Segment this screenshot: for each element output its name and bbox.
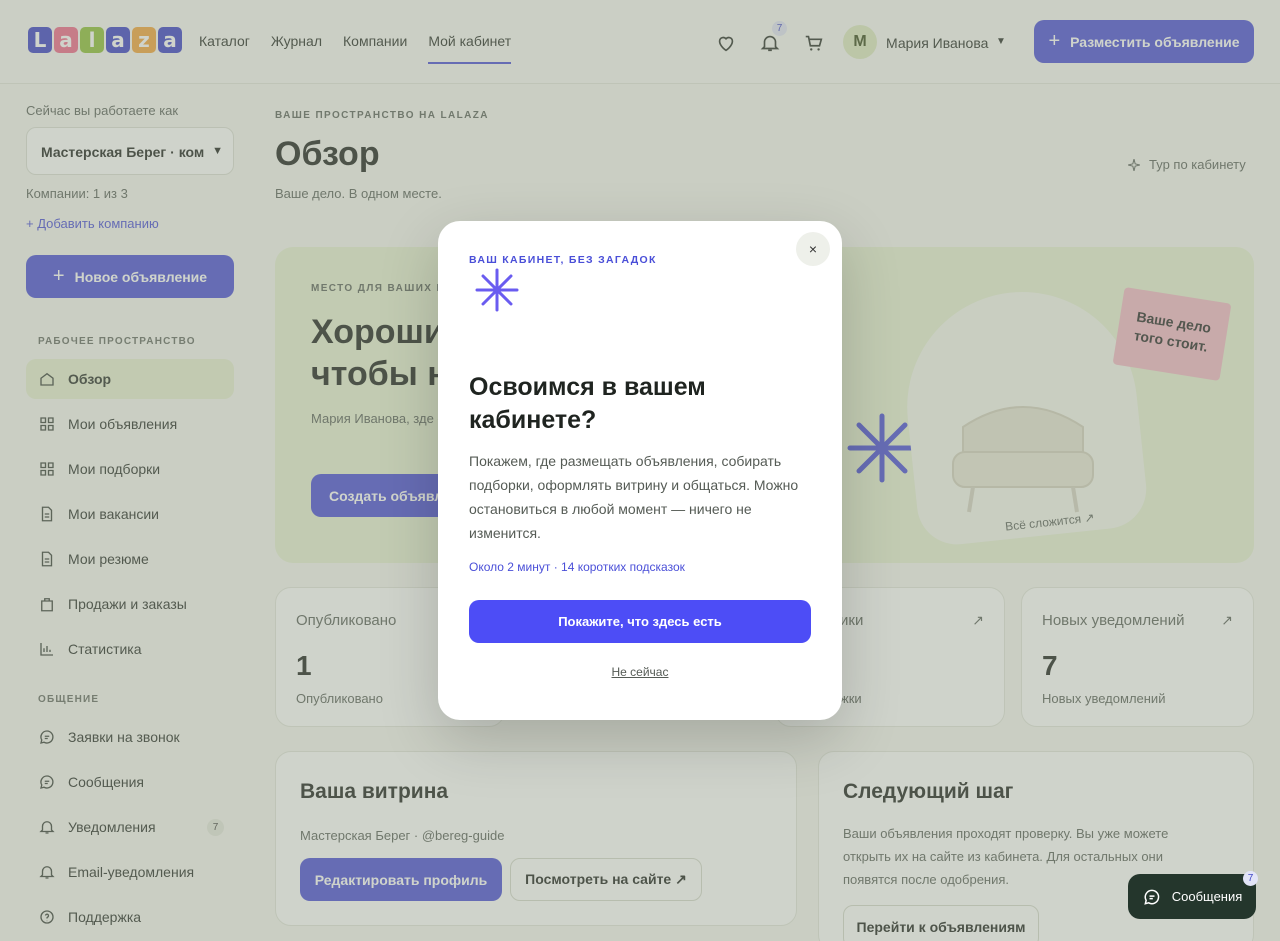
messages-fab-badge: 7: [1243, 871, 1258, 886]
modal-text: Покажем, где размещать объявления, собир…: [469, 453, 799, 541]
onboarding-modal: × ВАШ КАБИНЕТ, БЕЗ ЗАГАДОК Освоимся в ва…: [438, 221, 842, 720]
start-tour-button[interactable]: Покажите, что здесь есть: [469, 600, 811, 643]
chat-icon: [1144, 889, 1160, 905]
page: L a l a z a Каталог Журнал Компании Мой …: [0, 0, 1280, 941]
skip-row: Не сейчас: [438, 665, 842, 679]
messages-fab-button[interactable]: Сообщения: [1128, 874, 1256, 919]
not-now-link[interactable]: Не сейчас: [612, 665, 669, 679]
modal-meta: Около 2 минут · 14 коротких подсказок: [469, 560, 685, 574]
asterisk-star-icon: [475, 268, 519, 312]
close-button[interactable]: ×: [796, 232, 830, 266]
modal-eyebrow: ВАШ КАБИНЕТ, БЕЗ ЗАГАДОК: [469, 254, 657, 266]
messages-fab-label: Сообщения: [1171, 889, 1243, 904]
modal-title: Освоимся в вашем кабинете?: [469, 373, 706, 434]
